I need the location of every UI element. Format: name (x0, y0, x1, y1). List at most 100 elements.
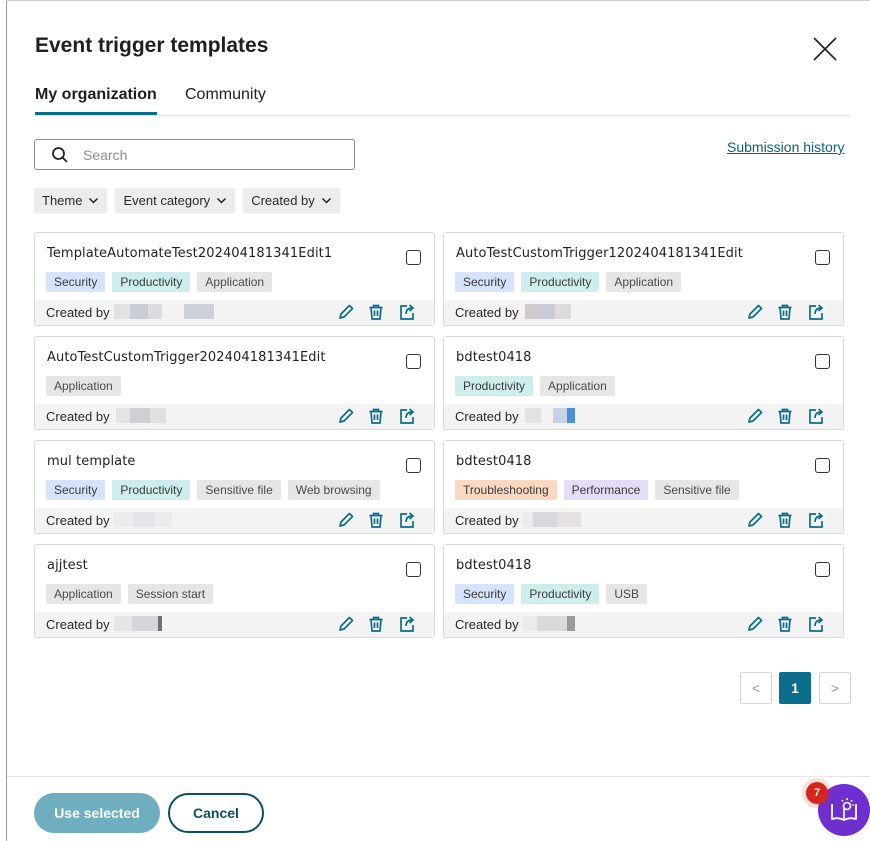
share-icon (809, 512, 824, 528)
template-name: bdtest0418 (456, 454, 532, 469)
share-button[interactable] (807, 511, 825, 529)
template-name: ajjtest (47, 558, 88, 573)
select-checkbox[interactable] (406, 458, 421, 473)
tag: Productivity (455, 376, 534, 396)
trash-icon (369, 512, 383, 528)
trash-icon (369, 616, 383, 632)
tag: Application (46, 376, 121, 396)
share-button[interactable] (398, 615, 416, 633)
select-checkbox[interactable] (815, 562, 830, 577)
tag: Security (455, 584, 515, 604)
tag-list: Security Productivity Sensitive file Web… (46, 480, 380, 500)
dialog-title: Event trigger templates (35, 34, 269, 57)
trash-icon (369, 304, 383, 320)
created-by-label: Created by (455, 409, 519, 424)
edit-button[interactable] (746, 615, 764, 633)
edit-button[interactable] (337, 303, 355, 321)
close-button[interactable] (810, 34, 840, 64)
trash-icon (778, 512, 792, 528)
share-button[interactable] (807, 303, 825, 321)
template-card[interactable]: mul template Security Productivity Sensi… (34, 440, 435, 534)
delete-button[interactable] (367, 511, 385, 529)
template-card[interactable]: bdtest0418 Troubleshooting Performance S… (443, 440, 844, 534)
template-card[interactable]: ajjtest Application Session start Create… (34, 544, 435, 638)
tag: USB (606, 584, 648, 604)
search-input[interactable] (83, 146, 323, 163)
search-icon (52, 146, 68, 163)
template-name: bdtest0418 (456, 350, 532, 365)
share-button[interactable] (807, 615, 825, 633)
template-card[interactable]: AutoTestCustomTrigger1202404181341Edit S… (443, 232, 844, 326)
delete-button[interactable] (367, 303, 385, 321)
select-checkbox[interactable] (815, 458, 830, 473)
delete-button[interactable] (776, 615, 794, 633)
pencil-icon (748, 408, 763, 423)
template-card[interactable]: bdtest0418 Productivity Application Crea… (443, 336, 844, 430)
tab-my-organization[interactable]: My organization (35, 86, 157, 115)
select-checkbox[interactable] (815, 354, 830, 369)
cancel-button[interactable]: Cancel (168, 793, 264, 833)
share-button[interactable] (398, 511, 416, 529)
tag-list: Troubleshooting Performance Sensitive fi… (455, 480, 739, 500)
edit-button[interactable] (746, 407, 764, 425)
delete-button[interactable] (776, 511, 794, 529)
redacted-creator-name (116, 408, 166, 423)
share-button[interactable] (807, 407, 825, 425)
delete-button[interactable] (367, 407, 385, 425)
template-card[interactable]: AutoTestCustomTrigger202404181341Edit Ap… (34, 336, 435, 430)
tag: Security (46, 272, 106, 292)
pagination-prev-button[interactable]: < (740, 672, 772, 704)
pagination-next-button[interactable]: > (819, 672, 851, 704)
tab-community[interactable]: Community (185, 86, 266, 115)
edit-button[interactable] (746, 303, 764, 321)
edit-button[interactable] (337, 407, 355, 425)
template-name: AutoTestCustomTrigger1202404181341Edit (456, 246, 743, 261)
tag: Web browsing (287, 480, 380, 500)
tag: Application (540, 376, 615, 396)
chevron-down-icon (321, 197, 331, 204)
template-name: bdtest0418 (456, 558, 532, 573)
select-checkbox[interactable] (815, 250, 830, 265)
pencil-icon (339, 304, 354, 319)
share-button[interactable] (398, 303, 416, 321)
template-card[interactable]: TemplateAutomateTest202404181341Edit1 Se… (34, 232, 435, 326)
dialog-left-border (6, 0, 7, 841)
card-footer: Created by (444, 300, 843, 325)
tag-list: Security Productivity USB (455, 584, 648, 604)
search-box[interactable] (34, 139, 355, 170)
delete-button[interactable] (776, 407, 794, 425)
filter-label: Created by (251, 193, 315, 208)
tag: Sensitive file (197, 480, 281, 500)
filter-created-by[interactable]: Created by (243, 188, 340, 213)
select-checkbox[interactable] (406, 250, 421, 265)
redacted-creator-name (114, 616, 162, 631)
created-by-label: Created by (455, 513, 519, 528)
delete-button[interactable] (776, 303, 794, 321)
share-button[interactable] (398, 407, 416, 425)
chevron-down-icon (217, 197, 227, 204)
delete-button[interactable] (367, 615, 385, 633)
edit-button[interactable] (746, 511, 764, 529)
trash-icon (369, 408, 383, 424)
tag: Security (46, 480, 106, 500)
template-card[interactable]: bdtest0418 Security Productivity USB Cre… (443, 544, 844, 638)
card-footer: Created by (444, 508, 843, 533)
dialog-top-border (6, 0, 870, 1)
select-checkbox[interactable] (406, 562, 421, 577)
submission-history-link[interactable]: Submission history (727, 139, 845, 155)
pencil-icon (748, 616, 763, 631)
use-selected-button[interactable]: Use selected (34, 793, 160, 833)
tag: Productivity (112, 480, 191, 500)
pagination-page-button[interactable]: 1 (779, 672, 811, 704)
edit-button[interactable] (337, 615, 355, 633)
filter-theme[interactable]: Theme (34, 188, 108, 213)
edit-button[interactable] (337, 511, 355, 529)
tag: Productivity (521, 272, 600, 292)
filter-label: Event category (123, 193, 211, 208)
share-icon (400, 304, 415, 320)
card-footer: Created by (35, 404, 434, 429)
footer-divider (7, 776, 870, 777)
select-checkbox[interactable] (406, 354, 421, 369)
tag: Session start (127, 584, 214, 604)
filter-event-category[interactable]: Event category (115, 188, 236, 213)
